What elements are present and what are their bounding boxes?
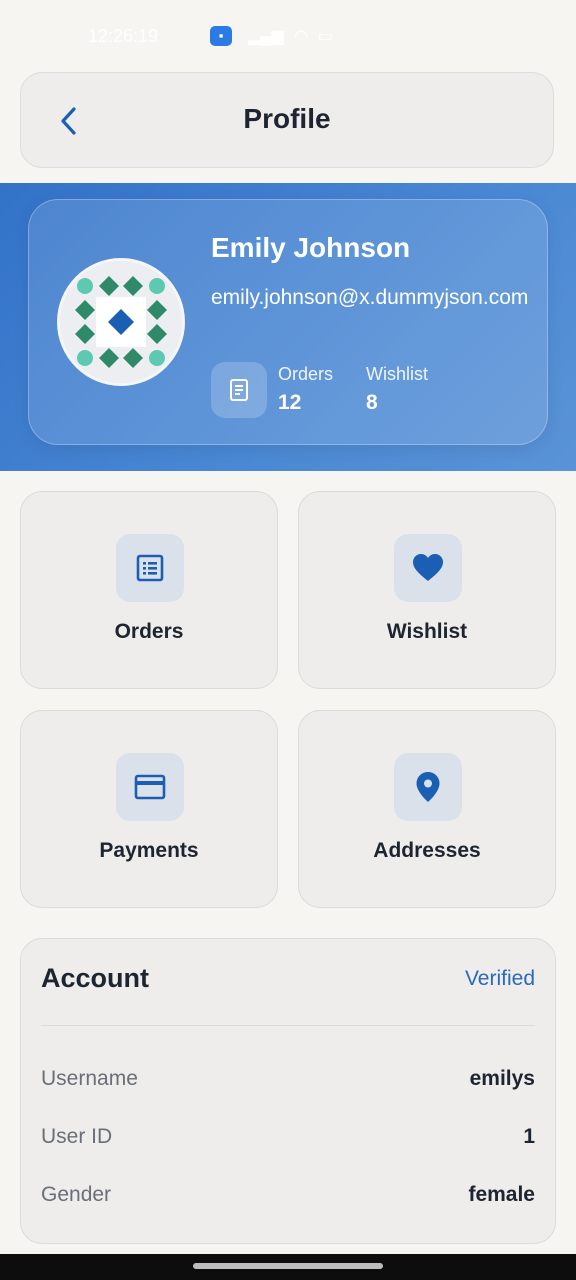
divider [41,1025,535,1026]
receipt-icon [230,379,248,401]
tile-payments-label: Payments [99,839,199,862]
avatar[interactable] [57,258,185,386]
account-row-username: Username emilys [41,1067,535,1097]
tile-payments[interactable]: Payments [20,710,278,908]
battery-icon: ▭ [317,28,334,45]
home-indicator[interactable] [193,1263,383,1269]
user-id-label: User ID [41,1125,113,1148]
gender-value: female [468,1183,535,1206]
status-bar: 12:26:19 ▪ ▂▄▆ ◠ ▭ [0,0,576,72]
list-document-icon [136,554,164,582]
page-title: Profile [243,103,331,134]
stat-wishlist-value: 8 [366,391,378,414]
account-title: Account [41,963,149,993]
signal-icon: ▂▄▆ [248,28,284,45]
account-card: Account Verified Username emilys User ID… [20,938,556,1244]
credit-card-icon [134,774,166,800]
user-id-value: 1 [523,1125,535,1148]
stat-orders-label: Orders [278,364,334,384]
tile-orders-icon-box [116,534,184,602]
stat-orders: Orders 12 [278,364,333,415]
profile-card: Emily Johnson emily.johnson@x.dummyjson.… [28,199,548,445]
user-email: emily.johnson@x.dummyjson.com [211,286,529,309]
verified-status: Verified [464,967,535,990]
tile-addresses-icon-box [394,753,462,821]
identicon-avatar-icon [60,261,182,383]
tile-payments-icon-box [116,753,184,821]
tile-orders-label: Orders [114,620,184,643]
username-label: Username [41,1067,138,1090]
tile-wishlist[interactable]: Wishlist [298,491,556,689]
tile-wishlist-icon-box [394,534,462,602]
user-name: Emily Johnson [211,232,411,263]
tile-addresses-label: Addresses [373,839,481,862]
location-pin-icon [416,772,440,802]
tile-orders[interactable]: Orders [20,491,278,689]
stat-wishlist-label: Wishlist [366,364,428,384]
status-icons: ▂▄▆ ◠ ▭ [248,26,333,46]
tile-wishlist-label: Wishlist [386,620,468,643]
profile-hero: Emily Johnson emily.johnson@x.dummyjson.… [0,183,576,471]
heart-icon [413,554,443,581]
stat-wishlist: Wishlist 8 [366,364,428,415]
wifi-icon: ◠ [293,28,308,45]
account-row-gender: Gender female [41,1183,535,1213]
android-notification-icon: ▪ [210,26,232,46]
receipt-icon-box [211,362,267,418]
gender-label: Gender [41,1183,112,1206]
username-value: emilys [469,1067,535,1090]
app-bar: Profile [20,72,554,168]
tile-addresses[interactable]: Addresses [298,710,556,908]
stat-orders-value: 12 [278,391,302,414]
status-time: 12:26:19 [88,26,159,46]
system-nav-bar [0,1254,576,1280]
account-row-user-id: User ID 1 [41,1125,535,1155]
